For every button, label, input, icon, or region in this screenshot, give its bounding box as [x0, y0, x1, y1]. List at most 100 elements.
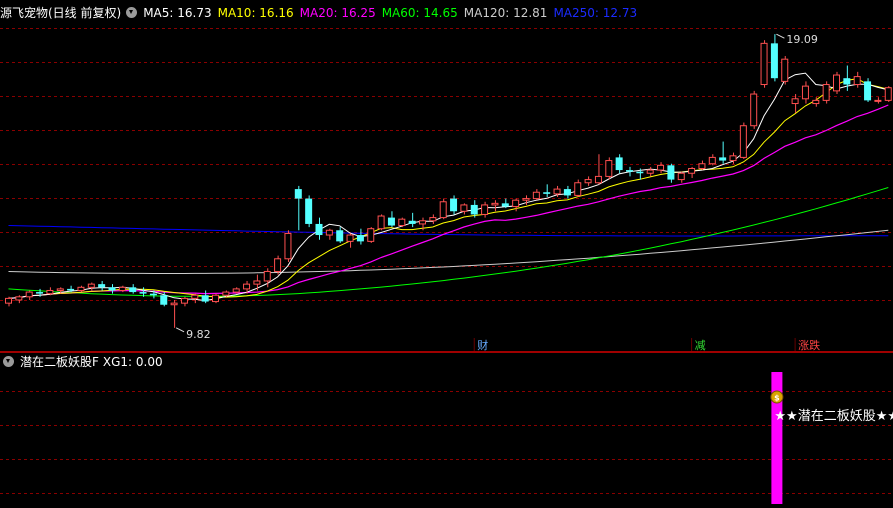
candle-body — [874, 99, 882, 102]
candle-body — [522, 198, 530, 201]
candle-body — [543, 192, 551, 194]
candle-body — [305, 198, 313, 224]
candle-body — [657, 164, 665, 171]
candle-body — [201, 295, 209, 302]
candle-body — [698, 163, 706, 169]
candle-body — [98, 284, 106, 288]
candle-body — [563, 189, 571, 196]
candle-body — [574, 182, 582, 196]
ma20-label: MA20: 16.25 — [299, 6, 376, 20]
candle-body — [884, 87, 892, 101]
candle-body — [553, 188, 561, 195]
candle-body — [170, 302, 178, 306]
candle-body — [584, 179, 592, 184]
candle-body — [626, 170, 633, 172]
event-marker-label: 涨跌 — [798, 338, 820, 352]
candle-body — [729, 155, 737, 162]
candle-body — [346, 234, 354, 242]
high-pointer — [776, 33, 785, 39]
candle-body — [408, 220, 416, 224]
stock-title: 源飞宠物(日线 前复权) — [0, 6, 122, 20]
candle-body — [801, 85, 809, 100]
main-chart-header: 源飞宠物(日线 前复权) MA5: 16.73 MA10: 16.16 MA20: 1… — [0, 3, 643, 23]
candle-body — [5, 297, 12, 304]
candle-body — [356, 235, 364, 242]
candle-body — [429, 217, 437, 222]
candle-body — [243, 283, 251, 290]
candle-body — [470, 204, 478, 215]
low-pointer — [175, 327, 185, 333]
candle-body — [667, 165, 675, 180]
candle-body — [419, 220, 426, 225]
candle-body — [708, 156, 716, 165]
candle-body — [25, 291, 33, 298]
ma60-line — [8, 187, 889, 297]
candle-body — [646, 169, 654, 174]
candle-body — [139, 292, 147, 294]
chevron-down-icon[interactable] — [3, 356, 14, 367]
event-marker-label: 减 — [695, 339, 706, 352]
candle-body — [294, 189, 302, 199]
candle-body — [77, 286, 85, 291]
candle-body — [688, 167, 696, 174]
candle-body — [719, 157, 727, 161]
event-marker-label: 财 — [477, 338, 488, 352]
candle-body — [512, 199, 520, 208]
ma120-line — [8, 229, 889, 274]
candle-body — [760, 42, 768, 86]
candle-body — [781, 58, 789, 82]
candle-body — [387, 217, 395, 226]
candle-body — [263, 270, 271, 282]
candle-body — [315, 223, 323, 236]
candle-body — [129, 287, 137, 293]
candle-body — [450, 198, 458, 212]
candle-body — [491, 202, 499, 206]
candle-body — [439, 201, 447, 219]
candle-body — [149, 293, 157, 296]
candle-body — [532, 191, 540, 200]
candle-body — [108, 287, 116, 291]
candle-body — [118, 286, 126, 291]
candle-body — [325, 229, 333, 236]
candle-body — [739, 125, 747, 158]
ma5-label: MA5: 16.73 — [143, 6, 212, 20]
chevron-down-icon[interactable] — [126, 7, 138, 18]
candle-body — [812, 99, 820, 105]
candle-body — [222, 291, 230, 296]
candle-body — [615, 157, 623, 171]
signal-label: ★★潜在二板妖股★★ — [774, 409, 893, 424]
candle-body — [398, 218, 406, 227]
candle-body — [336, 230, 344, 242]
stock-chart[interactable]: 19.09 9.82 财 减 涨跌 $ ★★潜在二板妖股★★ — [0, 0, 893, 508]
candle-body — [460, 204, 468, 212]
ma10-label: MA10: 16.16 — [217, 6, 294, 20]
candle-body — [46, 289, 54, 295]
candle-body — [56, 288, 64, 291]
candle-body — [636, 171, 644, 174]
indicator-value: XG1: 0.00 — [102, 355, 163, 369]
low-price-label: 9.82 — [186, 328, 211, 341]
candle-body — [36, 292, 44, 294]
candle-body — [274, 258, 282, 272]
candle-body — [253, 280, 261, 285]
candle-body — [15, 296, 23, 301]
candle-body — [191, 294, 199, 299]
candle-body — [481, 204, 489, 215]
candle-body — [212, 294, 219, 303]
ma250-line — [8, 225, 889, 237]
high-price-label: 19.09 — [786, 33, 818, 46]
candle-body — [87, 283, 95, 288]
candle-body — [367, 228, 375, 242]
ma60-label: MA60: 14.65 — [381, 6, 458, 20]
candle-body — [160, 295, 168, 305]
candle-body — [677, 172, 685, 181]
candle-body — [822, 84, 830, 101]
candle-body — [864, 81, 872, 101]
candle-body — [180, 297, 188, 304]
candle-body — [377, 215, 385, 230]
candle-body — [594, 175, 602, 184]
indicator-header: 潜在二板妖股F XG1: 0.00 — [0, 352, 169, 372]
ma250-label: MA250: 12.73 — [553, 6, 638, 20]
candle-body — [605, 160, 613, 177]
candle-body — [833, 74, 840, 92]
